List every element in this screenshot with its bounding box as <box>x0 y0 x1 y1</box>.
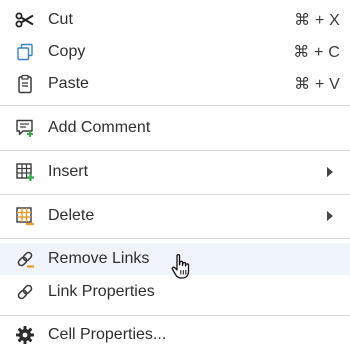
menu-item-label: Remove Links <box>48 250 150 267</box>
gear-icon <box>14 324 36 346</box>
menu-separator <box>0 150 350 151</box>
menu-item-label: Insert <box>48 163 89 180</box>
menu-item-insert[interactable]: Insert <box>0 156 350 188</box>
menu-item-label: Add Comment <box>48 119 151 136</box>
copy-icon <box>14 41 36 63</box>
menu-separator <box>0 238 350 239</box>
menu-item-paste[interactable]: Paste ⌘ + V <box>0 69 350 99</box>
table-insert-icon <box>14 161 36 183</box>
shortcut-label: ⌘ + C <box>293 44 340 61</box>
menu-item-add-comment[interactable]: Add Comment <box>0 112 350 144</box>
hand-cursor-icon <box>171 254 190 279</box>
table-delete-icon <box>14 205 36 227</box>
chevron-right-icon <box>327 167 333 177</box>
menu-item-delete[interactable]: Delete <box>0 200 350 232</box>
clipboard-icon <box>14 73 36 95</box>
unlink-icon <box>14 248 36 270</box>
add-comment-icon <box>14 117 36 139</box>
menu-item-cell-properties[interactable]: Cell Properties... <box>0 320 350 350</box>
shortcut-label: ⌘ + V <box>294 76 340 93</box>
menu-separator <box>0 194 350 195</box>
menu-item-label: Delete <box>48 207 95 224</box>
menu-item-label: Paste <box>48 75 89 92</box>
menu-item-label: Copy <box>48 43 86 60</box>
menu-separator <box>0 315 350 316</box>
menu-item-copy[interactable]: Copy ⌘ + C <box>0 37 350 67</box>
context-menu: Cut ⌘ + X Copy ⌘ + C Paste ⌘ + V Add Com… <box>0 0 350 353</box>
menu-item-cut[interactable]: Cut ⌘ + X <box>0 5 350 35</box>
scissors-icon <box>14 9 36 31</box>
menu-item-label: Cut <box>48 11 73 28</box>
shortcut-label: ⌘ + X <box>294 12 340 29</box>
menu-item-label: Cell Properties... <box>48 326 167 343</box>
menu-separator <box>0 105 350 106</box>
menu-item-label: Link Properties <box>48 283 155 300</box>
link-icon <box>14 281 36 303</box>
chevron-right-icon <box>327 211 333 221</box>
